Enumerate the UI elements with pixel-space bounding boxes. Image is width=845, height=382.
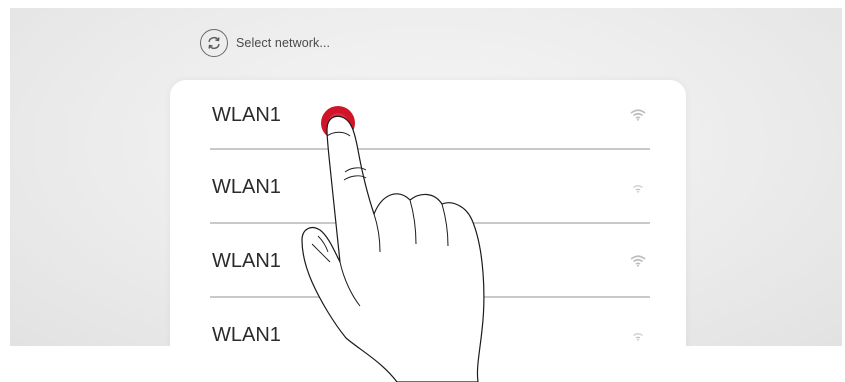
select-network-label: Select network... [236,36,331,50]
network-ssid: WLAN1 [212,323,281,346]
network-row[interactable]: WLAN1 [210,298,650,346]
network-list-card: WLAN1 WLAN1 WLAN1 WLAN1 [170,80,686,346]
wifi-weak-icon [633,185,643,193]
refresh-button[interactable] [200,29,228,57]
network-list: WLAN1 WLAN1 WLAN1 WLAN1 [210,80,650,346]
wifi-strong-icon [630,255,646,267]
network-selection-screen: Select network... WLAN1 WLAN1 WLAN1 WLAN… [10,8,842,346]
network-ssid: WLAN1 [212,175,281,198]
network-row[interactable]: WLAN1 [210,80,650,150]
network-row[interactable]: WLAN1 [210,224,650,298]
header: Select network... [200,26,330,60]
wifi-weak-icon [633,333,643,341]
network-ssid: WLAN1 [212,249,281,272]
network-ssid: WLAN1 [212,103,281,126]
network-row[interactable]: WLAN1 [210,150,650,224]
refresh-icon [208,36,220,50]
wifi-strong-icon [630,109,646,121]
